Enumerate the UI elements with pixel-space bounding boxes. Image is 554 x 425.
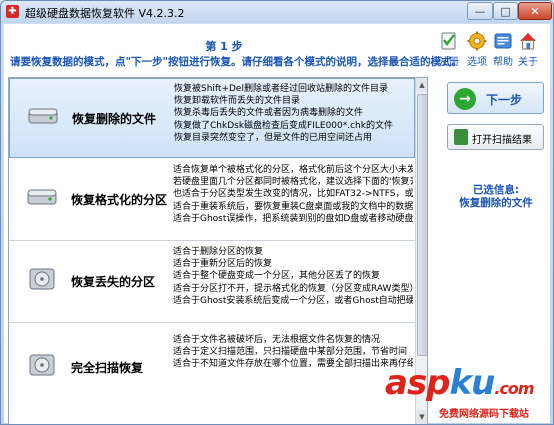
instruction-text: 请要恢复数据的模式，点"下一步"按钮进行恢复。请仔细看各个模式的说明，选择最合适… <box>10 56 462 68</box>
mode-description: 恢复被Shift+Del删除或者经过回收站删除的文件目录 恢复卸载软件而丢失的文… <box>174 83 414 144</box>
mode-option-deleted-files[interactable]: 恢复删除的文件 恢复被Shift+Del删除或者经过回收站删除的文件目录 恢复卸… <box>9 78 415 158</box>
desc-line: 适合于定义扫描范围，只扫描硬盘中某部分范围，节省时间 <box>173 347 408 358</box>
open-scan-results-button[interactable]: 打开扫描结果 <box>447 124 544 150</box>
selected-info-title: 已选信息: <box>472 184 520 196</box>
desc-line: 恢复目录突然变空了，但是文件的已用空间还占用 <box>174 132 373 143</box>
scroll-thumb[interactable] <box>417 94 427 356</box>
maximize-button[interactable]: □ <box>493 2 518 20</box>
selected-info-value: 恢复删除的文件 <box>459 197 533 209</box>
about-label: 关于 <box>518 57 538 68</box>
desc-line: 适合于文件名被破坏后，无法根据文件名恢复的情况 <box>173 335 381 345</box>
mode-label: 完全扫描恢复 <box>71 361 144 375</box>
close-button[interactable]: ✕ <box>518 2 552 20</box>
desc-line: 适合于分区打不开，提示格式化的恢复（分区变成RAW类型） <box>173 283 413 294</box>
desc-line: 适合于整个硬盘变成一个分区，其他分区丢了的恢复 <box>173 271 381 282</box>
watermark-part-a: asp <box>385 363 451 403</box>
title-bar[interactable]: ✚ 超级硬盘数据恢复软件 V4.2.3.2 — □ ✕ <box>1 1 553 23</box>
desc-line: 适合恢复单个被格式化的分区，格式化前后这个分区大小未发生 <box>173 165 413 175</box>
mode-description: 适合于文件名被破坏后，无法根据文件名恢复的情况 适合于定义扫描范围，只扫描硬盘中… <box>173 334 413 371</box>
desc-line: 恢复被Shift+Del删除或者经过回收站删除的文件目录 <box>174 84 388 94</box>
mode-description: 适合恢复单个被格式化的分区，格式化前后这个分区大小未发生 若硬盘里面几个分区都同… <box>173 164 413 225</box>
help-icon <box>494 33 512 49</box>
mode-option-formatted-partition[interactable]: 恢复格式化的分区 适合恢复单个被格式化的分区，格式化前后这个分区大小未发生 若硬… <box>9 160 415 241</box>
mode-option-lost-partition[interactable]: 恢复丢失的分区 适合于删除分区的恢复 适合于重新分区后的恢复 适合于整个硬盘变成… <box>9 242 415 323</box>
desc-line: 若硬盘里面几个分区都同时被格式化，建议选择下面的'恢复丢失的 <box>173 177 413 188</box>
next-step-label: 下一步 <box>486 93 523 107</box>
desc-line: 适合于重装系统后，要恢复重装C盘桌面或我的文档中的数据 <box>173 201 413 212</box>
minimize-button[interactable]: — <box>467 2 493 20</box>
desc-line: 适合于Ghost安装系统后变成一个分区，或者Ghost自动把硬盘分 <box>173 295 413 306</box>
watermark-part-c: .com <box>494 379 534 398</box>
watermark: aspku.com 免费网络源码下载站 <box>379 363 553 424</box>
desc-line: 适合于不知道文件存放在哪个位置，需要全部扫描出来再仔细查 <box>173 359 413 370</box>
desc-line: 适合于删除分区的恢复 <box>173 247 264 257</box>
desc-line: 恢复杀毒后丢失的文件或者因为病毒删除的文件 <box>174 108 364 119</box>
watermark-subtitle: 免费网络源码下载站 <box>439 409 529 420</box>
app-window: ✚ 超级硬盘数据恢复软件 V4.2.3.2 — □ ✕ 第 1 步 请要恢复数据… <box>0 0 554 425</box>
next-step-button[interactable]: → 下一步 <box>447 82 544 114</box>
register-icon <box>441 32 456 50</box>
watermark-part-b: ku <box>449 363 496 403</box>
scroll-up-arrow-icon[interactable]: ▲ <box>416 78 427 92</box>
mode-option-full-scan[interactable]: 完全扫描恢复 适合于文件名被破坏后，无法根据文件名恢复的情况 适合于定义扫描范围… <box>9 324 415 424</box>
step-title: 第 1 步 <box>205 40 243 53</box>
mode-label: 恢复删除的文件 <box>72 112 157 126</box>
desc-line: 也适合于分区类型发生改变的情况，比如FAT32->NTFS，或者NT <box>173 189 413 200</box>
mode-label: 恢复丢失的分区 <box>71 275 156 289</box>
mode-description: 适合于删除分区的恢复 适合于重新分区后的恢复 适合于整个硬盘变成一个分区，其他分… <box>173 246 413 307</box>
desc-line: 恢复卸载软件而丢失的文件目录 <box>174 96 301 107</box>
mode-label: 恢复格式化的分区 <box>71 193 168 207</box>
about-home-icon <box>520 33 536 50</box>
desc-line: 适合于Ghost误操作，把系统装到别的盘如D盘或者移动硬盘 <box>173 213 413 224</box>
scan-disk-icon <box>29 354 55 376</box>
app-logo-icon: ✚ <box>6 5 19 18</box>
hard-disk-icon <box>28 108 58 124</box>
desc-line: 恢复做了ChkDsk磁盘检查后变成FILE000*.chk的文件 <box>174 120 393 131</box>
options-gear-icon <box>467 31 487 51</box>
watermark-brand: aspku.com <box>385 363 535 403</box>
partition-disk-icon <box>29 268 55 290</box>
open-scan-results-label: 打开扫描结果 <box>472 135 532 146</box>
desc-line: 适合于重新分区后的恢复 <box>173 259 273 270</box>
about-button[interactable]: 关于 <box>511 31 545 68</box>
window-title: 超级硬盘数据恢复软件 V4.2.3.2 <box>25 7 185 20</box>
next-arrow-icon: → <box>454 88 476 110</box>
selected-info: 已选信息: 恢复删除的文件 <box>442 184 550 210</box>
recovery-mode-list: 恢复删除的文件 恢复被Shift+Del删除或者经过回收站删除的文件目录 恢复卸… <box>8 77 428 424</box>
hard-disk-icon <box>27 189 57 205</box>
folder-scan-icon <box>454 129 468 145</box>
